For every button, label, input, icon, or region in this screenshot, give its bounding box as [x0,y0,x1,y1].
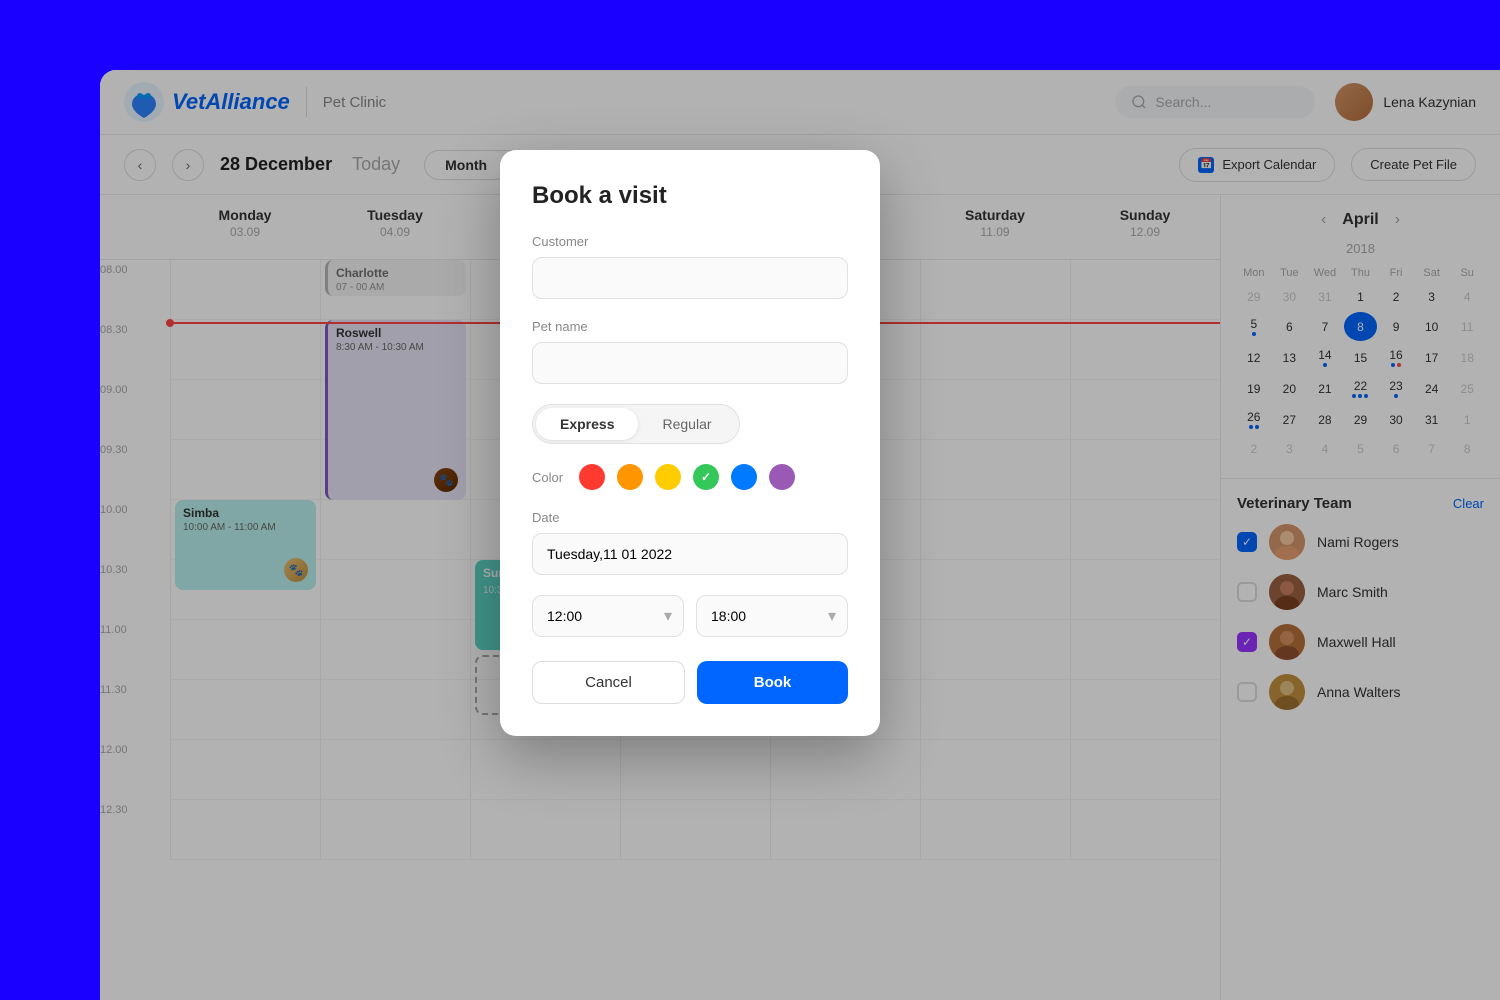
modal-overlay: Book a visit Customer Pet name Express R… [100,70,1500,1000]
book-button[interactable]: Book [697,661,848,704]
color-purple[interactable] [769,464,795,490]
date-label: Date [532,510,848,525]
express-btn[interactable]: Express [536,408,638,440]
pet-name-group: Pet name [532,319,848,384]
modal-title: Book a visit [532,182,848,210]
time-group: 12:00 13:00 14:00 ▾ 18:00 19:00 20:00 ▾ [532,595,848,637]
date-group: Date Tuesday,11 01 2022 [532,510,848,575]
color-blue[interactable] [731,464,757,490]
color-orange[interactable] [617,464,643,490]
end-time-wrapper: 18:00 19:00 20:00 ▾ [696,595,848,637]
start-time-select[interactable]: 12:00 13:00 14:00 [532,595,684,637]
date-input[interactable]: Tuesday,11 01 2022 [532,533,848,575]
type-group: Express Regular [532,404,848,444]
time-row: 12:00 13:00 14:00 ▾ 18:00 19:00 20:00 ▾ [532,595,848,637]
regular-btn[interactable]: Regular [638,408,735,440]
modal-actions: Cancel Book [532,661,848,704]
color-group: Color [532,464,848,490]
color-label: Color [532,470,563,485]
pet-name-label: Pet name [532,319,848,334]
app-container: VetAlliance Pet Clinic Search... Lena Ka… [100,70,1500,1000]
color-red[interactable] [579,464,605,490]
cancel-button[interactable]: Cancel [532,661,685,704]
color-green[interactable] [693,464,719,490]
book-visit-modal: Book a visit Customer Pet name Express R… [500,150,880,736]
color-row: Color [532,464,848,490]
end-time-select[interactable]: 18:00 19:00 20:00 [696,595,848,637]
customer-input[interactable] [532,257,848,299]
type-toggle: Express Regular [532,404,740,444]
customer-label: Customer [532,234,848,249]
customer-group: Customer [532,234,848,299]
color-yellow[interactable] [655,464,681,490]
pet-name-input[interactable] [532,342,848,384]
start-time-wrapper: 12:00 13:00 14:00 ▾ [532,595,684,637]
